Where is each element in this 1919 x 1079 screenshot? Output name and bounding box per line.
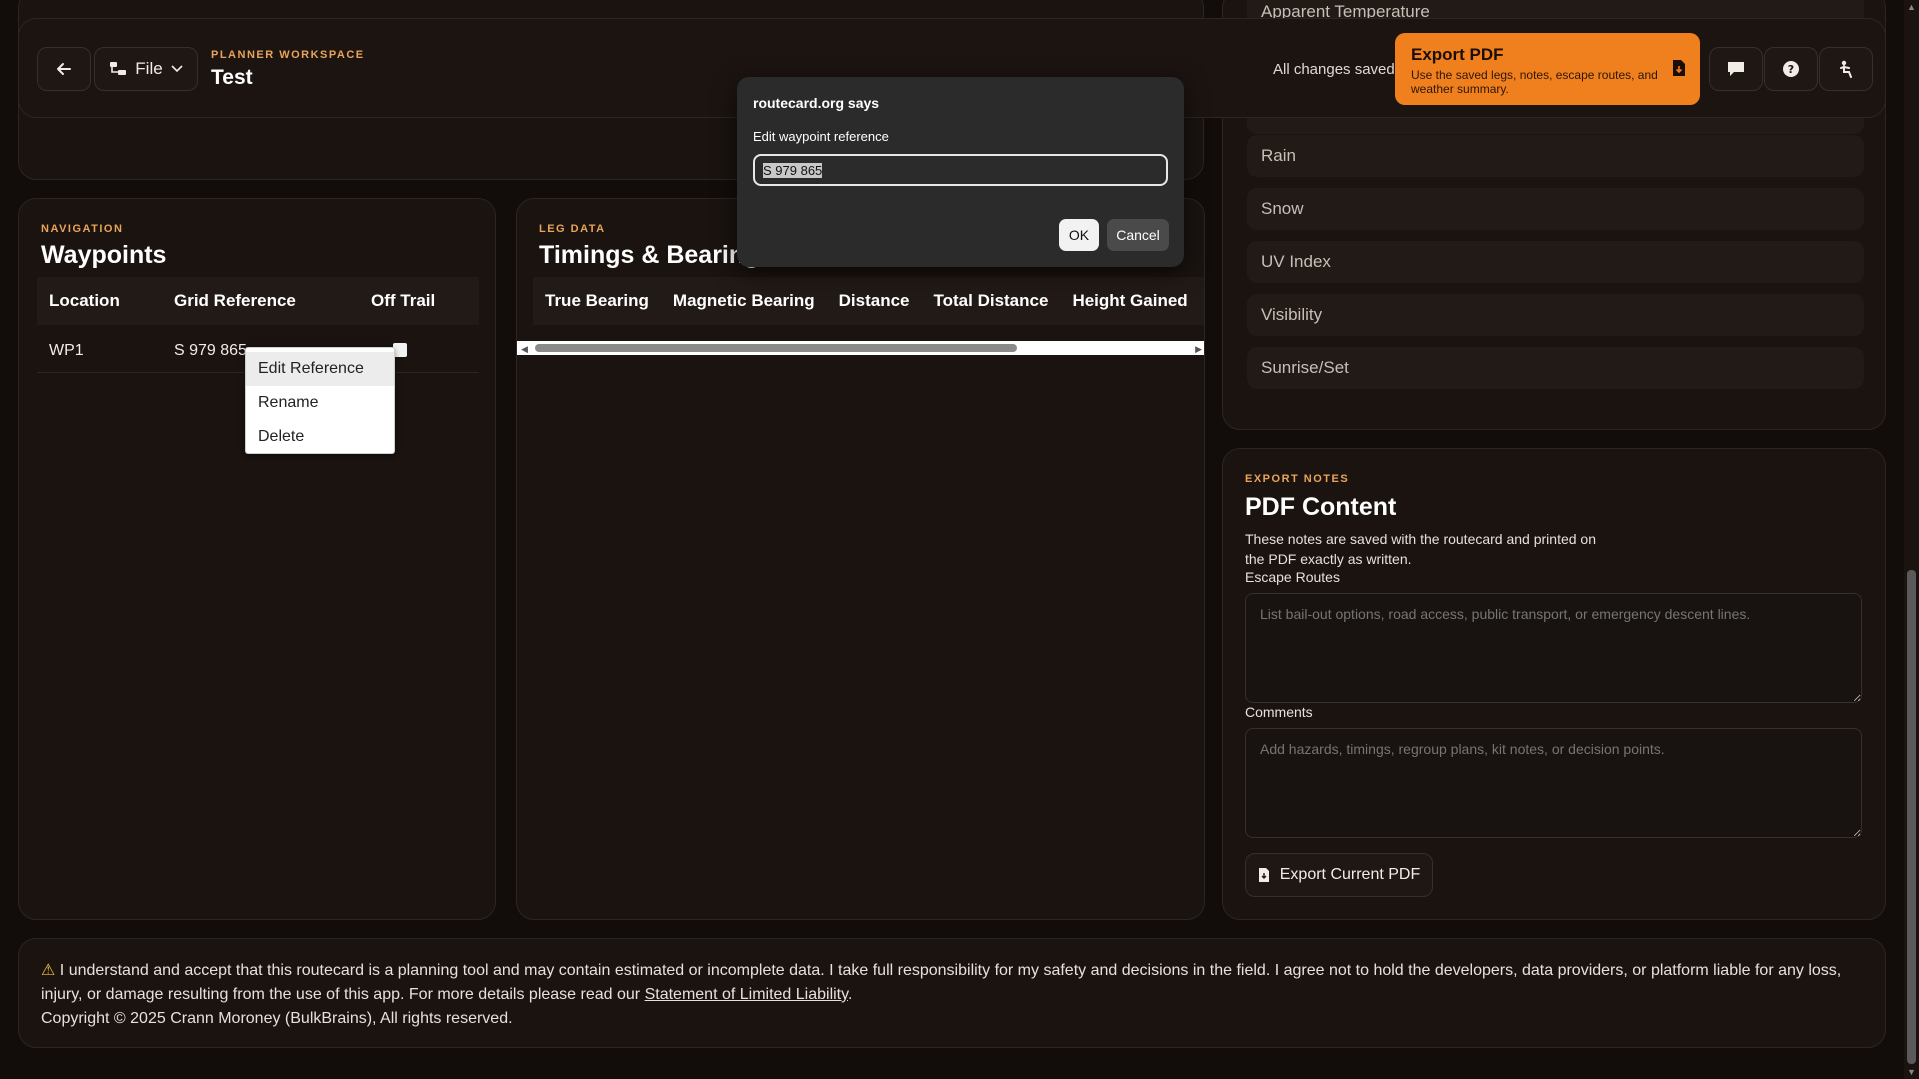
waypoints-panel: NAVIGATION Waypoints Location Grid Refer… (18, 198, 496, 920)
help-button[interactable]: ? (1764, 47, 1818, 91)
column-off-trail: Off Trail (371, 291, 436, 310)
waypoints-eyebrow: NAVIGATION (41, 223, 124, 235)
footer: ⚠ I understand and accept that this rout… (18, 938, 1886, 1048)
workspace-eyebrow: PLANNER WORKSPACE (211, 49, 365, 61)
weather-item-uv-index[interactable]: UV Index (1247, 241, 1864, 283)
page-scrollbar[interactable]: ▲ ▼ (1904, 0, 1919, 1079)
back-button[interactable] (37, 47, 91, 91)
prompt-dialog: routecard.org says Edit waypoint referen… (737, 77, 1184, 267)
scroll-left-icon[interactable]: ◀ (521, 344, 528, 355)
column-height-gained: Height Gained (1072, 291, 1188, 310)
accessibility-button[interactable] (1819, 47, 1873, 91)
help-icon: ? (1783, 61, 1799, 77)
pdf-description: These notes are saved with the routecard… (1245, 531, 1596, 567)
scroll-up-icon[interactable]: ▲ (1907, 2, 1916, 12)
waypoint-context-menu: Edit Reference Rename Delete (245, 347, 395, 454)
pdf-content-panel: EXPORT NOTES PDF Content These notes are… (1222, 448, 1886, 920)
legs-horizontal-scrollbar[interactable]: ◀ ▶ (517, 341, 1204, 355)
liability-link[interactable]: Statement of Limited Liability (645, 986, 848, 1003)
column-magnetic-bearing: Magnetic Bearing (672, 291, 815, 310)
pdf-eyebrow: EXPORT NOTES (1245, 473, 1350, 485)
escape-routes-label: Escape Routes (1245, 569, 1340, 585)
file-download-icon (1673, 60, 1685, 76)
legs-eyebrow: LEG DATA (539, 223, 606, 235)
ok-button[interactable]: OK (1059, 219, 1099, 251)
menu-item-rename[interactable]: Rename (246, 386, 394, 420)
scrollbar-thumb[interactable] (535, 344, 1017, 352)
waypoints-table-header: Location Grid Reference Off Trail (37, 277, 479, 325)
scroll-down-icon[interactable]: ▼ (1907, 1067, 1916, 1077)
copyright: Copyright © 2025 Crann Moroney (BulkBrai… (41, 1010, 513, 1027)
column-distance: Distance (838, 291, 910, 310)
column-total-distance: Total Distance (933, 291, 1049, 310)
warning-icon: ⚠ (41, 962, 56, 979)
weather-item-snow[interactable]: Snow (1247, 188, 1864, 230)
waypoint-location: WP1 (49, 341, 84, 359)
waypoints-title: Waypoints (41, 241, 167, 269)
weather-item-rain[interactable]: Rain (1247, 135, 1864, 177)
column-grid-reference: Grid Reference (174, 291, 296, 310)
cancel-button[interactable]: Cancel (1107, 219, 1169, 251)
page-scrollbar-thumb[interactable] (1907, 570, 1916, 1064)
menu-item-edit-reference[interactable]: Edit Reference (246, 352, 394, 386)
legs-table-header: True Bearing Magnetic Bearing Distance T… (533, 277, 1204, 325)
menu-item-delete[interactable]: Delete (246, 420, 394, 454)
column-location: Location (49, 291, 120, 310)
pdf-title: PDF Content (1245, 493, 1397, 521)
weather-item-sunrise-set[interactable]: Sunrise/Set (1247, 347, 1864, 389)
leg-data-panel: LEG DATA Timings & Bearings True Bearing… (516, 198, 1205, 920)
file-menu-label: File (135, 59, 163, 78)
dialog-message: Edit waypoint reference (753, 129, 889, 144)
scroll-right-icon[interactable]: ▶ (1195, 344, 1202, 355)
dialog-title: routecard.org says (753, 95, 880, 111)
feedback-button[interactable] (1709, 47, 1763, 91)
comments-input[interactable] (1245, 728, 1862, 838)
svg-text:?: ? (1788, 63, 1794, 76)
file-menu-button[interactable]: File (94, 47, 198, 91)
waypoint-grid-reference: S 979 865 (174, 341, 247, 359)
disclaimer-text: ⚠ I understand and accept that this rout… (41, 962, 1842, 1003)
export-pdf-subtitle: Use the saved legs, notes, escape routes… (1411, 68, 1658, 96)
workspace-title: Test (211, 66, 253, 89)
export-pdf-title: Export PDF (1411, 45, 1504, 64)
off-trail-checkbox[interactable] (393, 343, 407, 357)
waypoint-reference-input[interactable] (753, 154, 1168, 186)
arrow-left-icon (57, 63, 71, 75)
column-true-bearing: True Bearing (545, 291, 649, 310)
export-current-label: Export Current PDF (1279, 866, 1421, 883)
accessibility-icon (1840, 60, 1852, 78)
folder-tree-icon (110, 62, 127, 75)
chevron-down-icon (171, 65, 183, 73)
file-download-icon (1258, 868, 1269, 882)
save-status: All changes saved (1273, 61, 1395, 78)
export-pdf-button[interactable]: Export PDF Use the saved legs, notes, es… (1395, 33, 1700, 105)
export-current-pdf-button[interactable]: Export Current PDF (1245, 853, 1433, 897)
escape-routes-input[interactable] (1245, 593, 1862, 703)
comments-label: Comments (1245, 704, 1313, 720)
chat-icon (1728, 62, 1744, 76)
weather-item-visibility[interactable]: Visibility (1247, 294, 1864, 336)
